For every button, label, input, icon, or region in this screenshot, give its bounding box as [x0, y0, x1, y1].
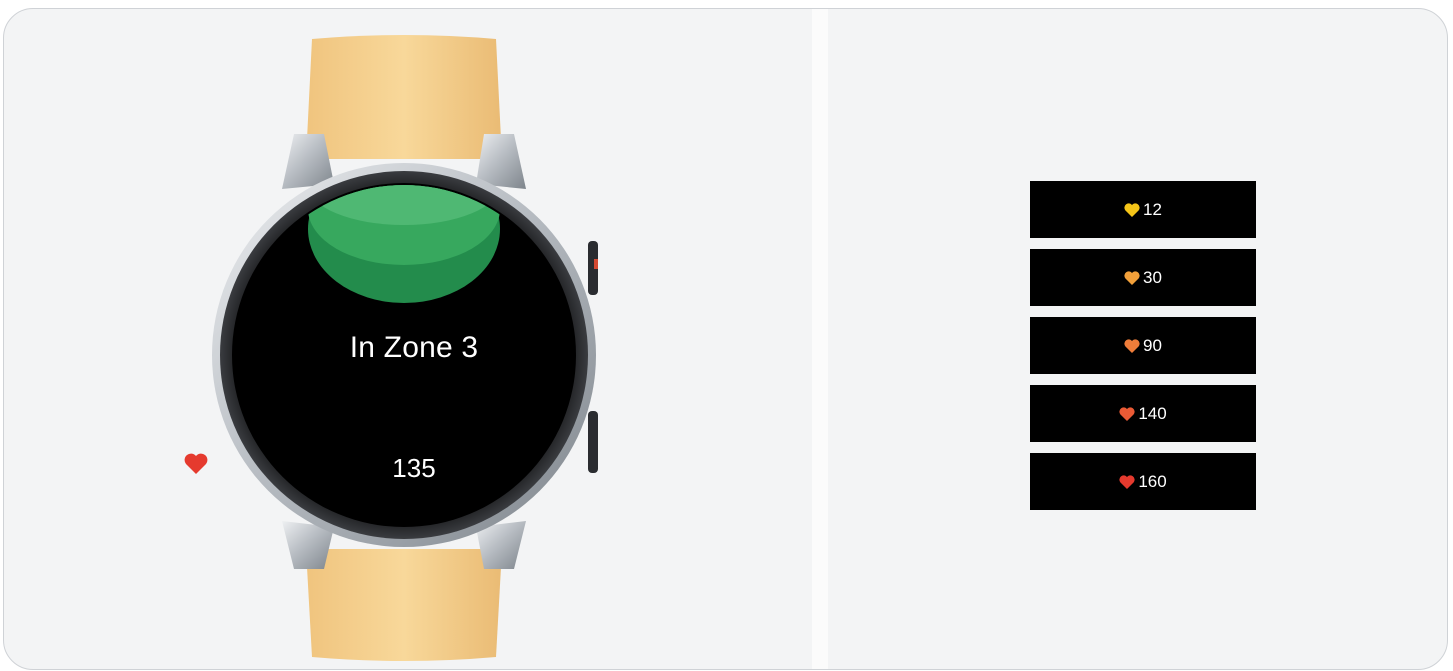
zone-value: 30 [1143, 267, 1162, 287]
heart-icon [1119, 474, 1135, 489]
zone-tile-1: 12 [1030, 181, 1256, 238]
heart-icon [1124, 202, 1140, 217]
zone-tile-5: 160 [1030, 453, 1256, 510]
heart-rate-value: 135 [392, 453, 436, 483]
heart-icon [184, 453, 208, 474]
zone-value: 140 [1138, 403, 1167, 423]
zone-tile-4: 140 [1030, 385, 1256, 442]
zone-value: 90 [1143, 335, 1162, 355]
smartwatch: In Zone 3 135 [184, 9, 644, 669]
panel-divider [812, 9, 828, 669]
zone-list: 12 30 90 140 160 [1028, 181, 1260, 521]
zone-value: 12 [1143, 199, 1162, 219]
zone-value: 160 [1138, 471, 1167, 491]
heart-icon [1124, 338, 1140, 353]
zone-tile-2: 30 [1030, 249, 1256, 306]
heart-icon [1124, 270, 1140, 285]
display-panel: In Zone 3 135 12 30 90 140 160 [3, 8, 1448, 670]
lower-strap [306, 549, 502, 661]
zone-tile-3: 90 [1030, 317, 1256, 374]
heart-rate-readout: 135 [184, 453, 644, 484]
upper-strap [306, 35, 502, 159]
zone-status-text: In Zone 3 [349, 331, 479, 364]
heart-icon [1119, 406, 1135, 421]
